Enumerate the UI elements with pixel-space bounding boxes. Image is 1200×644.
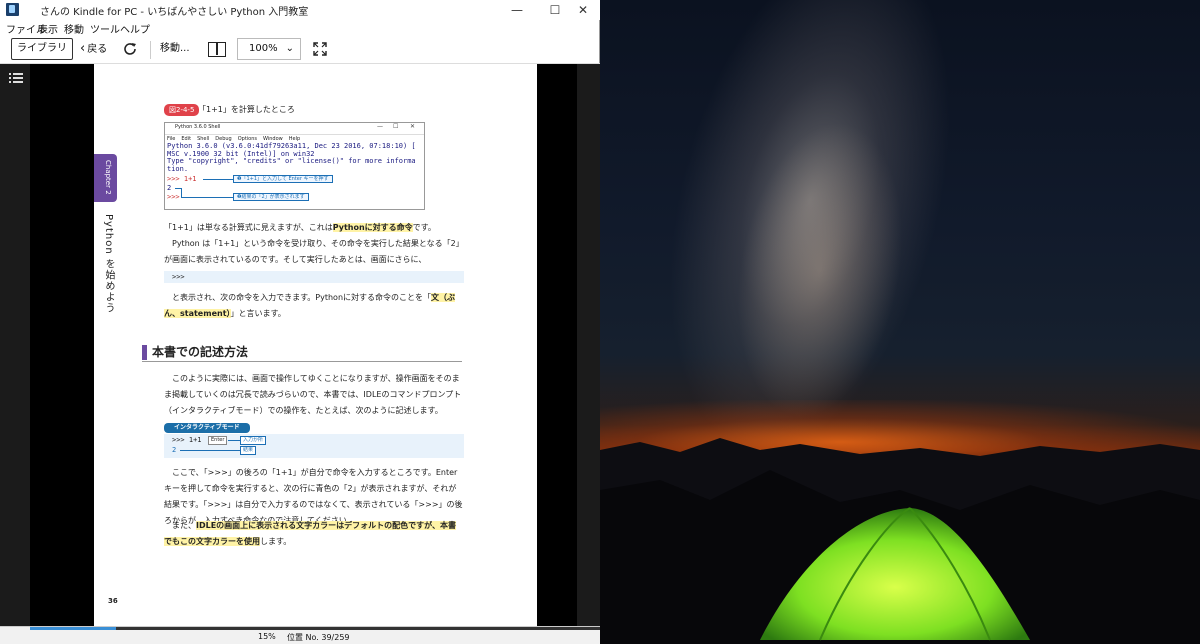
chevron-down-icon: ⌄ <box>285 43 294 54</box>
desktop-wallpaper <box>600 0 1200 644</box>
code-result: 2 <box>172 446 177 454</box>
section-accent-bar <box>142 345 147 360</box>
kindle-window: さんの Kindle for PC - いちばんやさしい Python 入門教室… <box>0 0 600 644</box>
highlight-text: IDLEの画面上に表示される文字カラーはデフォルトの配色ですが、本書でもこの文字… <box>164 521 457 546</box>
back-label: 戻る <box>87 44 108 55</box>
code-prompt-box: >>> <box>164 271 464 283</box>
table-of-contents-icon[interactable] <box>9 72 23 84</box>
interactive-mode-badge: インタラクティブモード <box>164 423 250 433</box>
fullscreen-icon[interactable] <box>313 42 327 56</box>
callout-input: ❶「1+1」と入力して Enter キーを押す <box>233 175 333 183</box>
menu-go[interactable]: 移動 <box>64 21 84 36</box>
glowing-tent <box>760 507 1030 641</box>
callout-result: ❷結果の「2」が表示されます <box>233 193 309 201</box>
reading-progress-bar[interactable] <box>30 627 600 630</box>
toolbar: ライブラリ ‹ 戻る 移動... 100% ⌄ <box>0 35 600 64</box>
status-bar: 15% 位置 No. 39/259 <box>0 626 600 644</box>
book-page: Chapter 2 Python を始めよう 図2-4-5 「1+1」を計算した… <box>94 64 537 626</box>
chevron-left-icon: ‹ <box>80 41 86 56</box>
shell-minimize-icon: — <box>377 123 383 130</box>
figure-caption: 「1+1」を計算したところ <box>198 105 295 114</box>
callout-connector <box>203 179 233 180</box>
highlight-text: Pythonに対する命令 <box>332 223 413 232</box>
shell-title: Python 3.6.0 Shell <box>175 124 221 130</box>
input-area-label: 入力か所 <box>240 436 267 445</box>
shell-result-line: 2 <box>167 184 172 192</box>
idle-shell-figure: Python 3.6.0 Shell — ☐ ✕ File Edit Shell De… <box>164 122 425 210</box>
progress-percent: 15% <box>258 632 276 641</box>
callout-connector <box>180 450 240 451</box>
section-heading: 本書での記述方法 <box>142 344 462 362</box>
shell-banner: Python 3.6.0 (v3.6.0:41df79263a11, Dec 2… <box>167 142 417 173</box>
paragraph-4: このように実際には、画面で操作してゆくことになりますが、操作画面をそのまま掲載し… <box>164 374 462 415</box>
paragraph-2: Python は「1+1」という命令を受け取り、その命令を実行した結果となる「2… <box>164 239 464 264</box>
close-button[interactable]: ✕ <box>566 0 600 20</box>
code-example-box: >>> 1+1 Enter 入力か所 2 結果 <box>164 434 464 458</box>
goto-menu[interactable]: 移動... <box>160 39 190 59</box>
shell-input-line: >>> 1+1 <box>167 175 197 183</box>
shell-banner-line: tion. <box>167 164 189 173</box>
shell-prompt-line: >>> <box>167 193 180 201</box>
paragraph-text: します。 <box>260 537 292 546</box>
shell-title-bar: Python 3.6.0 Shell — ☐ ✕ <box>165 123 424 135</box>
code-input: >>> 1+1 <box>172 436 202 444</box>
two-column-layout-icon[interactable] <box>208 42 226 57</box>
shell-maximize-icon: ☐ <box>393 123 399 130</box>
page-margin-right <box>537 64 577 626</box>
chapter-tab-label: Chapter 2 <box>104 160 112 195</box>
back-button[interactable]: ‹ 戻る <box>80 39 107 59</box>
zoom-value: 100% <box>249 43 278 54</box>
location-readout: 位置 No. 39/259 <box>287 633 350 642</box>
paragraph-text: また、 <box>172 521 196 530</box>
window-title: さんの Kindle for PC - いちばんやさしい Python 入門教室 <box>40 7 309 18</box>
paragraph-1: 「1+1」は単なる計算式に見えますが、これはPythonに対する命令です。 <box>164 220 464 236</box>
toolbar-divider <box>150 41 151 59</box>
shell-banner-line: Type "copyright", "credits" or "license(… <box>167 157 416 165</box>
shell-close-icon: ✕ <box>410 123 416 130</box>
minimize-button[interactable]: — <box>500 0 534 20</box>
menu-bar: ファイル 表示 移動 ツール ヘルプ <box>0 20 600 36</box>
reading-progress-fill <box>30 627 116 630</box>
paragraph-3: と表示され、次の命令を入力できます。Pythonに対する命令のことを「文（ぶん、… <box>164 290 464 322</box>
library-button[interactable]: ライブラリ <box>11 38 73 60</box>
menu-tools[interactable]: ツール <box>90 21 120 36</box>
enter-key-glyph: Enter <box>208 436 228 445</box>
left-rail <box>0 64 30 626</box>
page-number: 36 <box>108 597 118 605</box>
reading-area: Chapter 2 Python を始めよう 図2-4-5 「1+1」を計算した… <box>0 64 600 626</box>
paragraph-text: と表示され、次の命令を入力できます。Pythonに対する命令のことを「 <box>172 293 432 302</box>
sync-icon[interactable] <box>122 41 138 57</box>
kindle-app-icon <box>6 3 19 16</box>
menu-help[interactable]: ヘルプ <box>120 21 150 36</box>
callout-connector <box>181 197 233 198</box>
paragraph-text: 」と言います。 <box>230 309 286 318</box>
menu-view[interactable]: 表示 <box>38 21 58 36</box>
figure-label: 図2-4-5 <box>164 104 200 116</box>
page-margin-left <box>30 64 94 626</box>
paragraph-text: 「1+1」は単なる計算式に見えますが、これは <box>164 223 333 232</box>
title-bar: さんの Kindle for PC - いちばんやさしい Python 入門教室… <box>0 0 600 20</box>
zoom-select[interactable]: 100% ⌄ <box>237 38 301 60</box>
result-label: 結果 <box>240 446 257 455</box>
right-rail <box>577 64 600 626</box>
section-title: 本書での記述方法 <box>152 345 249 359</box>
paragraph-text: です。 <box>412 223 436 232</box>
running-head: Python を始めよう <box>103 214 114 314</box>
paragraph-6: また、IDLEの画面上に表示される文字カラーはデフォルトの配色ですが、本書でもこ… <box>164 518 464 550</box>
callout-connector <box>228 440 240 441</box>
